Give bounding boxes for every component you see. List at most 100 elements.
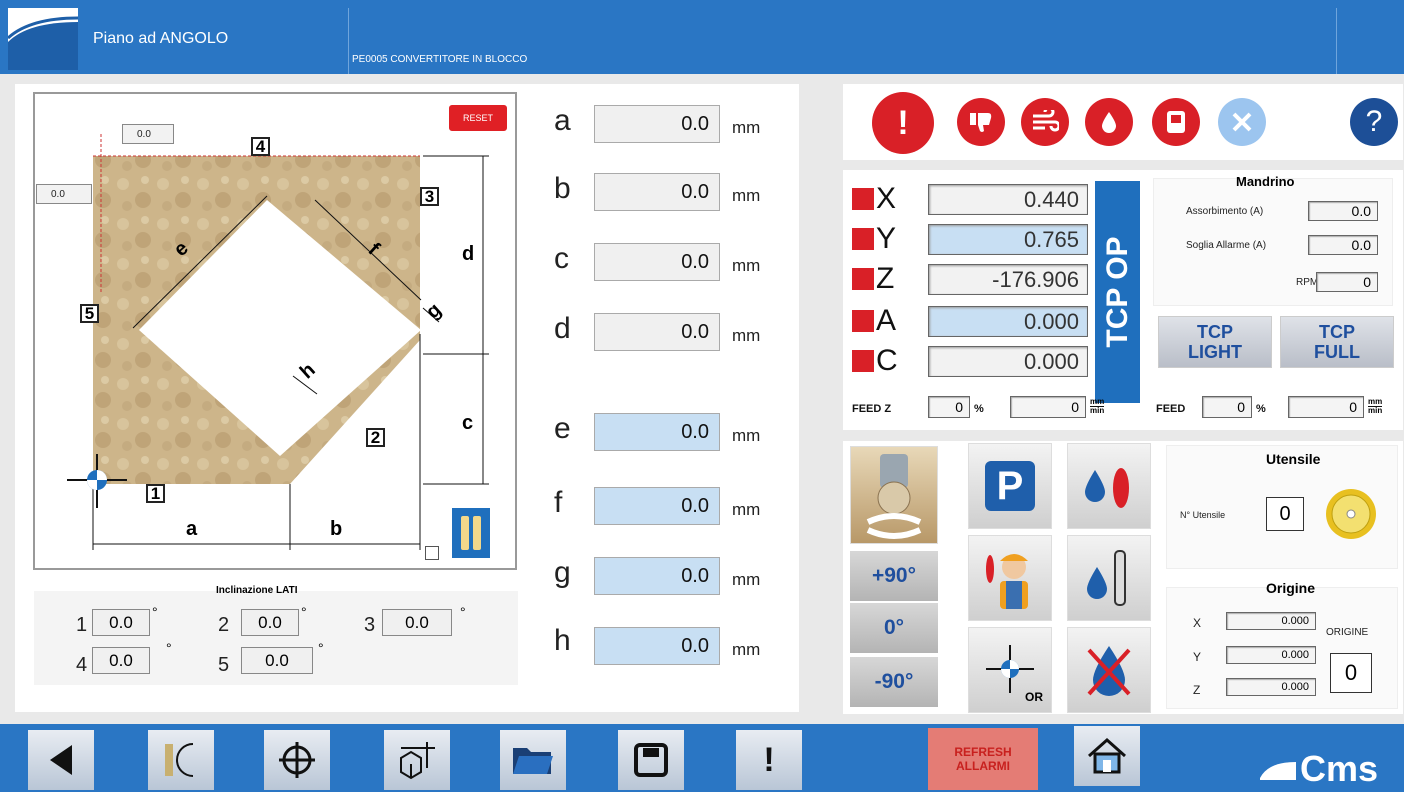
side-label-5: 5 — [80, 304, 99, 323]
inc-label-5: 5 — [218, 654, 230, 676]
save-icon — [634, 743, 668, 777]
door-icon[interactable] — [1152, 98, 1200, 146]
side-label-3: 3 — [420, 187, 439, 206]
thumbs-down-icon[interactable] — [957, 98, 1005, 146]
cube-icon — [400, 742, 435, 780]
feedz-value-field: 0 — [1010, 396, 1086, 418]
program-name: PE0005 CONVERTITORE IN BLOCCO — [352, 54, 528, 65]
dim-b-label: b — [554, 172, 571, 205]
3d-view-button[interactable] — [384, 730, 450, 790]
tools-icon[interactable] — [1218, 98, 1266, 146]
header-divider — [1336, 8, 1337, 74]
side-label-4: 4 — [251, 137, 270, 156]
set-origin-button[interactable]: OR — [968, 627, 1052, 713]
dim-e-label: e — [554, 412, 571, 445]
tool-change-button[interactable] — [452, 508, 490, 558]
degree-symbol: ° — [301, 604, 307, 620]
open-folder-button[interactable] — [500, 730, 566, 790]
inc-input-5[interactable]: 0.0 — [241, 647, 313, 674]
origine-y-label: Y — [1193, 650, 1202, 664]
help-button[interactable]: ? — [1350, 98, 1398, 146]
utensile-title: Utensile — [1266, 451, 1321, 467]
origine-x-field[interactable]: 0.000 — [1226, 612, 1316, 630]
rpm-field: 0 — [1316, 272, 1378, 292]
refresh-alarms-button[interactable]: REFRESH ALLARMI — [928, 728, 1038, 790]
parking-button[interactable]: P — [968, 443, 1052, 529]
dim-d-label: d — [554, 312, 571, 345]
feed-value-field: 0 — [1288, 396, 1364, 418]
tcp-light-button[interactable]: TCP LIGHT — [1158, 316, 1272, 368]
save-button[interactable] — [618, 730, 684, 790]
rotate-plus-90-button[interactable]: +90° — [850, 551, 938, 601]
degree-symbol: ° — [460, 604, 466, 620]
feedz-unit: mm min — [1090, 398, 1105, 415]
refresh-line2: ALLARMI — [956, 759, 1010, 773]
dim-label-b: b — [330, 518, 343, 540]
inc-input-2[interactable]: 0.0 — [241, 609, 299, 636]
exclamation-icon[interactable]: ! — [872, 92, 934, 154]
dim-b-field[interactable]: 0.0 — [594, 173, 720, 211]
app-logo — [8, 8, 78, 70]
assorbimento-label: Assorbimento (A) — [1186, 206, 1264, 217]
inc-input-3[interactable]: 0.0 — [382, 609, 452, 636]
rotate-minus-90-button[interactable]: -90° — [850, 657, 938, 707]
unit-min: min — [1090, 406, 1105, 415]
water-drop-icon[interactable] — [1085, 98, 1133, 146]
saw-blade-icon — [1325, 488, 1377, 540]
tool-gauge-button[interactable] — [148, 730, 214, 790]
feed-percent-field[interactable]: 0 — [1202, 396, 1252, 418]
dim-f-field[interactable]: 0.0 — [594, 487, 720, 525]
water-blade-button[interactable] — [1067, 443, 1151, 529]
air-flow-icon[interactable] — [1021, 98, 1069, 146]
feedz-label: FEED Z — [852, 403, 892, 415]
dim-h-field[interactable]: 0.0 — [594, 627, 720, 665]
inc-input-1[interactable]: 0.0 — [92, 609, 150, 636]
soglia-field[interactable]: 0.0 — [1308, 235, 1378, 255]
water-tool-button[interactable] — [1067, 535, 1151, 621]
rpm-label: RPM — [1296, 277, 1319, 288]
rotate-spindle-button[interactable] — [850, 446, 938, 544]
axis-a-label: A — [876, 304, 897, 337]
dim-label-d: d — [462, 243, 475, 265]
origine-number-field[interactable]: 0 — [1330, 653, 1372, 693]
refresh-line1: REFRESH — [954, 745, 1012, 759]
dim-e-field[interactable]: 0.0 — [594, 413, 720, 451]
alerts-button[interactable]: ! — [736, 730, 802, 790]
origine-z-field[interactable]: 0.000 — [1226, 678, 1316, 696]
inc-input-4[interactable]: 0.0 — [92, 647, 150, 674]
axis-y-label: Y — [876, 222, 897, 255]
feed-unit: mm min — [1368, 398, 1383, 415]
offset-left-field[interactable]: 0.0 — [36, 184, 92, 204]
water-off-icon — [1087, 646, 1131, 696]
origine-x-label: X — [1193, 616, 1202, 630]
utensile-label: N° Utensile — [1180, 510, 1226, 520]
tcp-full-button[interactable]: TCP FULL — [1280, 316, 1394, 368]
water-off-button[interactable] — [1067, 627, 1151, 713]
back-button[interactable] — [28, 730, 94, 790]
utensile-number-field[interactable]: 0 — [1266, 497, 1304, 531]
home-button[interactable] — [1074, 726, 1140, 786]
origine-z-label: Z — [1193, 683, 1201, 697]
axis-z-label: Z — [876, 262, 895, 295]
dim-a-field[interactable]: 0.0 — [594, 105, 720, 143]
rotate-0-button[interactable]: 0° — [850, 603, 938, 653]
reset-button[interactable]: RESET — [448, 104, 508, 132]
feedz-percent-field[interactable]: 0 — [928, 396, 970, 418]
shape-drawing — [33, 92, 517, 570]
axis-x-status — [852, 188, 874, 210]
origine-y-field[interactable]: 0.000 — [1226, 646, 1316, 664]
crosshair-icon — [279, 742, 315, 778]
option-checkbox[interactable] — [425, 546, 439, 560]
unit-mm: mm — [732, 326, 761, 345]
dim-c-field[interactable]: 0.0 — [594, 243, 720, 281]
crosshair-button[interactable] — [264, 730, 330, 790]
operator-button[interactable] — [968, 535, 1052, 621]
dim-h-label: h — [554, 624, 571, 657]
or-label: OR — [1025, 690, 1043, 704]
drill-bit-icon — [473, 516, 481, 550]
dim-g-field[interactable]: 0.0 — [594, 557, 720, 595]
dim-d-field[interactable]: 0.0 — [594, 313, 720, 351]
offset-top-field[interactable]: 0.0 — [122, 124, 174, 144]
side-label-1: 1 — [146, 484, 165, 503]
tcp-op-button[interactable]: TCP OP — [1095, 181, 1140, 403]
